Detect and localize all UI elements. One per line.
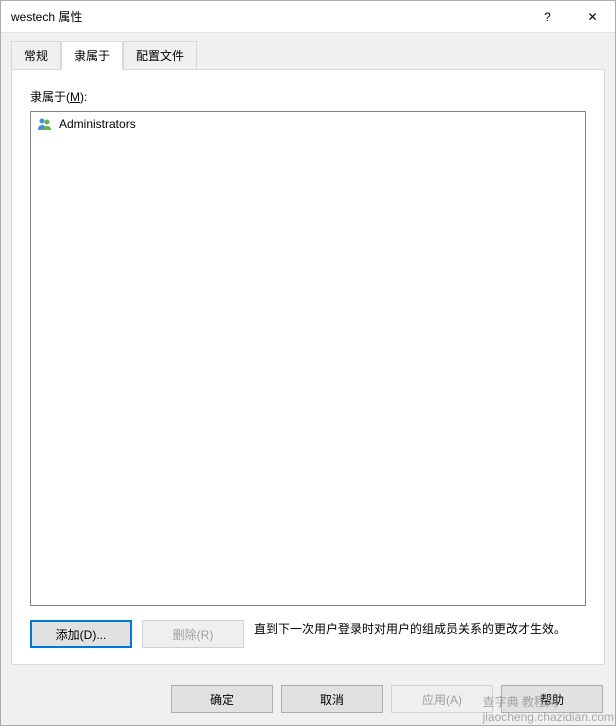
memberof-label-suffix: ): xyxy=(80,90,87,104)
help-icon: ? xyxy=(544,10,551,24)
close-icon: ✕ xyxy=(587,10,597,24)
list-item[interactable]: Administrators xyxy=(31,112,585,136)
remove-button: 删除(R) xyxy=(142,620,244,648)
window-title: westech 属性 xyxy=(11,8,525,25)
groups-listbox[interactable]: Administrators xyxy=(30,111,586,606)
tab-memberof[interactable]: 隶属于 xyxy=(61,41,123,70)
tab-general[interactable]: 常规 xyxy=(11,41,61,70)
memberof-label-key: M xyxy=(70,90,80,104)
dialog-buttons: 确定 取消 应用(A) 帮助 xyxy=(1,675,615,725)
group-icon xyxy=(37,116,53,132)
help-button[interactable]: ? xyxy=(525,2,570,32)
tabs: 常规 隶属于 配置文件 xyxy=(11,41,605,69)
list-item-label: Administrators xyxy=(59,117,136,131)
add-button[interactable]: 添加(D)... xyxy=(30,620,132,648)
hint-text: 直到下一次用户登录时对用户的组成员关系的更改才生效。 xyxy=(254,620,586,638)
titlebar: westech 属性 ? ✕ xyxy=(1,1,615,33)
cancel-button[interactable]: 取消 xyxy=(281,685,383,713)
action-row: 添加(D)... 删除(R) 直到下一次用户登录时对用户的组成员关系的更改才生效… xyxy=(30,620,586,648)
tab-panel-memberof: 隶属于(M): Administrators 添加(D)... 删除(R) 直到… xyxy=(11,69,605,665)
help-button-bottom[interactable]: 帮助 xyxy=(501,685,603,713)
dialog-content: 常规 隶属于 配置文件 隶属于(M): Administrators xyxy=(1,33,615,675)
memberof-label: 隶属于(M): xyxy=(30,88,586,105)
apply-button: 应用(A) xyxy=(391,685,493,713)
tab-profile[interactable]: 配置文件 xyxy=(123,41,197,70)
ok-button[interactable]: 确定 xyxy=(171,685,273,713)
memberof-label-prefix: 隶属于( xyxy=(30,90,70,104)
close-button[interactable]: ✕ xyxy=(570,2,615,32)
